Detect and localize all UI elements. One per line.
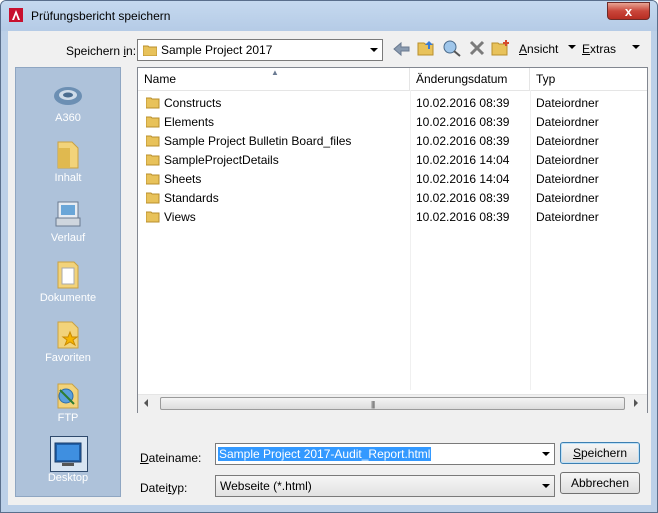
folder-icon (146, 192, 160, 204)
place-history[interactable]: Verlauf (16, 194, 120, 252)
column-header-type[interactable]: Typ (530, 68, 647, 90)
place-label: FTP (57, 412, 79, 424)
file-type: Dateiordner (536, 191, 599, 205)
folder-icon (146, 116, 160, 128)
places-bar: A360 Inhalt Verlauf Dokumente Favoriten … (15, 67, 121, 497)
documents-icon (57, 261, 79, 289)
scrollbar-thumb[interactable]: ||| (160, 397, 625, 410)
place-label: Verlauf (50, 232, 86, 244)
folder-icon (57, 141, 79, 169)
file-name: Standards (164, 191, 219, 205)
save-dialog: Prüfungsbericht speichern x Speichern in… (0, 0, 658, 513)
place-label: Dokumente (39, 292, 97, 304)
folder-icon (143, 45, 157, 56)
filename-label: Dateiname: (140, 451, 202, 465)
new-folder-icon[interactable] (491, 39, 511, 57)
ftp-icon (57, 383, 79, 409)
scroll-left-icon[interactable] (144, 399, 148, 407)
file-name: Sample Project Bulletin Board_files (164, 134, 352, 148)
dialog-body: Speichern in: Sample Project 2017 Ansich… (8, 31, 651, 505)
place-label: Inhalt (54, 172, 82, 184)
column-header-name[interactable]: Name (138, 68, 410, 90)
folder-icon (146, 154, 160, 166)
filename-value[interactable]: Sample Project 2017-Audit_Report.html (218, 447, 432, 461)
title-bar[interactable]: Prüfungsbericht speichern x (1, 1, 657, 31)
list-item[interactable]: SampleProjectDetails 10.02.2016 14:04 Da… (138, 151, 647, 170)
delete-icon[interactable] (467, 39, 487, 57)
list-item[interactable]: Standards 10.02.2016 08:39 Dateiordner (138, 189, 647, 208)
file-type: Dateiordner (536, 153, 599, 167)
list-header: ▲ Name Änderungsdatum Typ (138, 68, 647, 91)
close-button[interactable]: x (607, 2, 650, 20)
file-name: Sheets (164, 172, 202, 186)
file-date: 10.02.2016 08:39 (416, 210, 510, 224)
list-item[interactable]: Sheets 10.02.2016 14:04 Dateiordner (138, 170, 647, 189)
file-date: 10.02.2016 08:39 (416, 96, 510, 110)
place-content[interactable]: Inhalt (16, 134, 120, 192)
column-header-date[interactable]: Änderungsdatum (410, 68, 530, 90)
folder-icon (146, 173, 160, 185)
cancel-button[interactable]: Abbrechen (560, 472, 640, 494)
file-name: Elements (164, 115, 215, 129)
scroll-right-icon[interactable] (634, 399, 638, 407)
location-dropdown[interactable]: Sample Project 2017 (137, 39, 383, 61)
extras-menu[interactable]: Extras (582, 42, 616, 56)
file-date: 10.02.2016 14:04 (416, 172, 510, 186)
place-ftp[interactable]: FTP (16, 374, 120, 432)
location-value: Sample Project 2017 (161, 43, 273, 57)
file-name: Constructs (164, 96, 222, 110)
view-dropdown-icon[interactable] (568, 45, 576, 49)
place-label: Favoriten (45, 352, 91, 364)
file-type: Dateiordner (536, 134, 599, 148)
file-type: Dateiordner (536, 172, 599, 186)
list-item[interactable]: Elements 10.02.2016 08:39 Dateiordner (138, 113, 647, 132)
chevron-down-icon[interactable] (366, 40, 382, 60)
window-title: Prüfungsbericht speichern (31, 9, 171, 23)
file-date: 10.02.2016 14:04 (416, 153, 510, 167)
file-name: Views (164, 210, 196, 224)
place-favorites[interactable]: Favoriten (16, 314, 120, 372)
save-button[interactable]: Speichern (560, 442, 640, 464)
list-item[interactable]: Sample Project Bulletin Board_files 10.0… (138, 132, 647, 151)
chevron-down-icon[interactable] (538, 444, 554, 464)
file-date: 10.02.2016 08:39 (416, 134, 510, 148)
place-desktop[interactable]: Desktop (16, 434, 120, 492)
chevron-down-icon[interactable] (538, 476, 554, 496)
filetype-dropdown[interactable]: Webseite (*.html) (215, 475, 555, 497)
extras-dropdown-icon[interactable] (632, 45, 640, 49)
up-folder-icon[interactable] (417, 39, 437, 57)
autocad-app-icon (9, 8, 23, 22)
place-documents[interactable]: Dokumente (16, 254, 120, 312)
close-icon: x (624, 4, 633, 19)
filetype-label: Dateityp: (140, 481, 188, 495)
folder-icon (146, 211, 160, 223)
folder-icon (146, 97, 160, 109)
horizontal-scrollbar[interactable]: ||| (138, 394, 647, 413)
file-type: Dateiordner (536, 115, 599, 129)
save-in-label: Speichern in: (66, 44, 137, 58)
place-label: A360 (55, 112, 81, 124)
place-a360[interactable]: A360 (16, 74, 120, 132)
favorites-icon (57, 321, 79, 349)
place-label: Desktop (47, 472, 89, 484)
file-date: 10.02.2016 08:39 (416, 115, 510, 129)
filename-field[interactable]: Sample Project 2017-Audit_Report.html (215, 443, 555, 465)
file-type: Dateiordner (536, 96, 599, 110)
file-date: 10.02.2016 08:39 (416, 191, 510, 205)
list-item[interactable]: Constructs 10.02.2016 08:39 Dateiordner (138, 94, 647, 113)
file-name: SampleProjectDetails (164, 153, 279, 167)
view-menu[interactable]: Ansicht (519, 42, 558, 56)
file-list[interactable]: ▲ Name Änderungsdatum Typ Constructs 10.… (137, 67, 648, 413)
cloud-icon (54, 87, 82, 105)
back-arrow-icon[interactable] (392, 40, 412, 58)
search-web-icon[interactable] (442, 39, 462, 57)
folder-icon (146, 135, 160, 147)
list-item[interactable]: Views 10.02.2016 08:39 Dateiordner (138, 208, 647, 227)
file-type: Dateiordner (536, 210, 599, 224)
history-icon (55, 201, 81, 227)
grip-icon: ||| (371, 400, 375, 409)
desktop-icon (54, 442, 82, 466)
filetype-value: Webseite (*.html) (220, 479, 312, 493)
